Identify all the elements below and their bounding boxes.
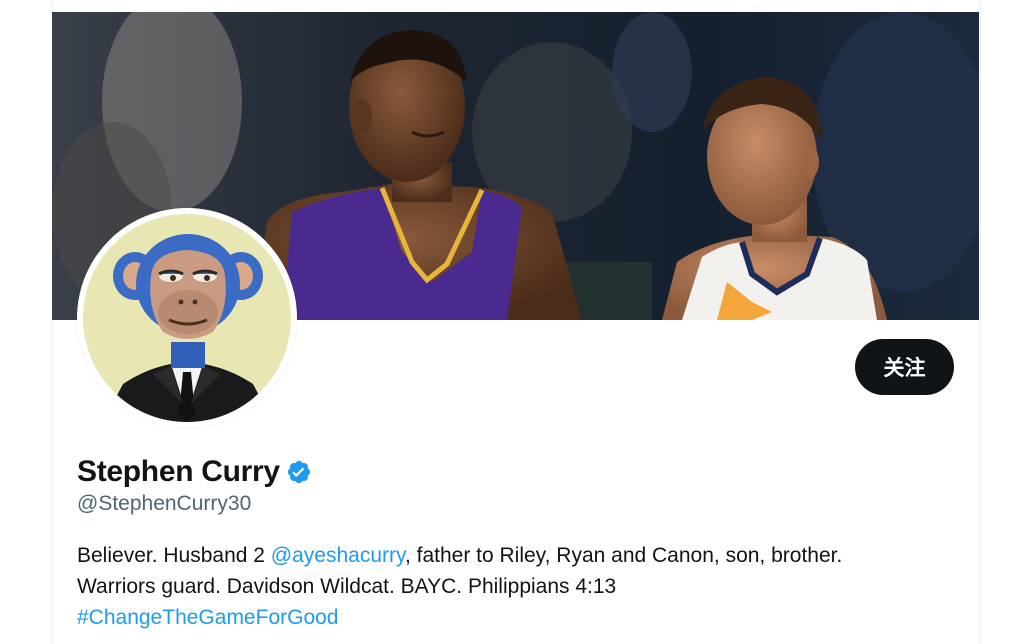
bio-text: , father to Riley, Ryan and Canon, son, … [404,544,843,567]
display-name-row: Stephen Curry [77,452,312,492]
bored-ape-avatar-icon [83,214,291,422]
mention-link[interactable]: @ayeshacurry [271,544,405,567]
username-handle: @StephenCurry30 [77,492,252,515]
follow-button[interactable]: 关注 [855,339,954,395]
bio-line-3: #ChangeTheGameForGood [77,602,957,633]
bio-line-2: Warriors guard. Davidson Wildcat. BAYC. … [77,575,617,598]
bio-line-1: Believer. Husband 2 @ayeshacurry, father… [77,540,957,571]
avatar[interactable] [77,208,297,428]
bio-text: Believer. Husband 2 [77,544,271,567]
bio: Believer. Husband 2 @ayeshacurry, father… [77,540,957,633]
display-name: Stephen Curry [77,455,280,488]
verified-badge-icon [286,459,312,485]
hashtag-link[interactable]: #ChangeTheGameForGood [77,606,339,629]
